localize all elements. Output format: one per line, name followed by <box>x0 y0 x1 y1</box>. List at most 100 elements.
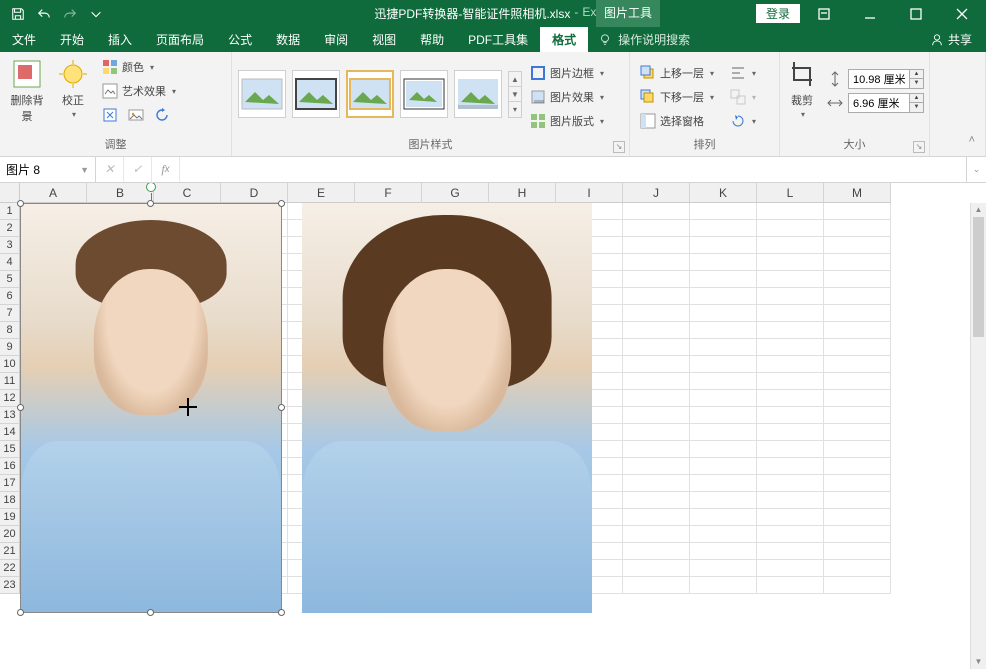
cell[interactable] <box>690 424 757 441</box>
expand-formula-bar[interactable]: ⌄ <box>966 157 986 182</box>
cell[interactable] <box>757 373 824 390</box>
maximize-button[interactable] <box>894 0 938 27</box>
cell[interactable] <box>623 220 690 237</box>
save-button[interactable] <box>6 3 30 25</box>
cell[interactable] <box>623 203 690 220</box>
style-item-selected[interactable] <box>346 70 394 118</box>
cancel-formula-button[interactable]: ✕ <box>96 157 124 182</box>
cell[interactable] <box>623 509 690 526</box>
row-header[interactable]: 6 <box>0 288 20 305</box>
column-header[interactable]: M <box>824 183 891 203</box>
resize-handle[interactable] <box>147 609 154 616</box>
cell[interactable] <box>824 271 891 288</box>
height-field[interactable] <box>849 73 909 85</box>
tab-formulas[interactable]: 公式 <box>216 27 264 52</box>
tab-view[interactable]: 视图 <box>360 27 408 52</box>
color-button[interactable]: 颜色▾ <box>98 56 180 78</box>
cell[interactable] <box>757 407 824 424</box>
rotate-button[interactable]: ▾ <box>726 110 760 132</box>
cell[interactable] <box>824 458 891 475</box>
tab-home[interactable]: 开始 <box>48 27 96 52</box>
cell[interactable] <box>757 254 824 271</box>
cell[interactable] <box>690 237 757 254</box>
scroll-thumb[interactable] <box>973 217 984 337</box>
cell[interactable] <box>690 509 757 526</box>
column-header[interactable]: G <box>422 183 489 203</box>
cell[interactable] <box>757 356 824 373</box>
cell[interactable] <box>690 254 757 271</box>
resize-handle[interactable] <box>17 404 24 411</box>
column-header[interactable]: K <box>690 183 757 203</box>
tell-me-search[interactable]: 操作说明搜索 <box>588 27 700 52</box>
name-box[interactable]: ▼ <box>0 157 96 182</box>
resize-handle[interactable] <box>278 609 285 616</box>
spin-up[interactable]: ▲ <box>910 70 923 79</box>
cell[interactable] <box>623 458 690 475</box>
cell[interactable] <box>690 339 757 356</box>
ribbon-options-button[interactable] <box>802 0 846 27</box>
compress-pictures-button[interactable] <box>102 107 118 123</box>
select-all-button[interactable] <box>0 183 20 203</box>
cell[interactable] <box>824 475 891 492</box>
cell[interactable] <box>824 543 891 560</box>
corrections-button[interactable]: 校正 ▾ <box>52 56 94 120</box>
collapse-ribbon-button[interactable]: ˄ <box>965 130 979 150</box>
cell[interactable] <box>690 305 757 322</box>
cell[interactable] <box>757 322 824 339</box>
cell[interactable] <box>824 356 891 373</box>
cell[interactable] <box>690 322 757 339</box>
row-header[interactable]: 15 <box>0 441 20 458</box>
tab-insert[interactable]: 插入 <box>96 27 144 52</box>
row-headers[interactable]: 1234567891011121314151617181920212223 <box>0 203 20 594</box>
cell[interactable] <box>690 373 757 390</box>
cell[interactable] <box>824 288 891 305</box>
cell[interactable] <box>623 560 690 577</box>
style-item[interactable] <box>238 70 286 118</box>
dialog-launcher[interactable]: ↘ <box>913 141 925 153</box>
column-header[interactable]: J <box>623 183 690 203</box>
cell[interactable] <box>690 577 757 594</box>
style-item[interactable] <box>454 70 502 118</box>
chevron-down-icon[interactable]: ▼ <box>80 165 89 175</box>
cell[interactable] <box>623 288 690 305</box>
cell[interactable] <box>757 271 824 288</box>
cell[interactable] <box>757 458 824 475</box>
cell[interactable] <box>690 407 757 424</box>
cell[interactable] <box>824 441 891 458</box>
enter-formula-button[interactable]: ✓ <box>124 157 152 182</box>
cell[interactable] <box>757 390 824 407</box>
cell[interactable] <box>757 441 824 458</box>
column-header[interactable]: H <box>489 183 556 203</box>
cell[interactable] <box>690 271 757 288</box>
column-header[interactable]: C <box>154 183 221 203</box>
cell[interactable] <box>757 237 824 254</box>
cell[interactable] <box>623 339 690 356</box>
cell[interactable] <box>623 441 690 458</box>
cell[interactable] <box>623 271 690 288</box>
style-item[interactable] <box>400 70 448 118</box>
row-header[interactable]: 16 <box>0 458 20 475</box>
cell[interactable] <box>824 526 891 543</box>
tab-pdf-tools[interactable]: PDF工具集 <box>456 27 540 52</box>
crop-button[interactable]: 裁剪 ▾ <box>786 56 818 120</box>
share-button[interactable]: 共享 <box>916 27 986 52</box>
row-header[interactable]: 17 <box>0 475 20 492</box>
cell[interactable] <box>623 356 690 373</box>
row-header[interactable]: 23 <box>0 577 20 594</box>
resize-handle[interactable] <box>278 404 285 411</box>
undo-button[interactable] <box>32 3 56 25</box>
dialog-launcher[interactable]: ↘ <box>613 141 625 153</box>
resize-handle[interactable] <box>17 609 24 616</box>
cell[interactable] <box>757 305 824 322</box>
cell[interactable] <box>690 203 757 220</box>
cell[interactable] <box>690 441 757 458</box>
cell[interactable] <box>690 543 757 560</box>
redo-button[interactable] <box>58 3 82 25</box>
cell[interactable] <box>690 492 757 509</box>
selection-pane-button[interactable]: 选择窗格 <box>636 110 718 132</box>
cell[interactable] <box>690 458 757 475</box>
cell[interactable] <box>824 424 891 441</box>
style-item[interactable] <box>292 70 340 118</box>
height-input[interactable]: ▲▼ <box>848 69 924 89</box>
cell[interactable] <box>623 577 690 594</box>
